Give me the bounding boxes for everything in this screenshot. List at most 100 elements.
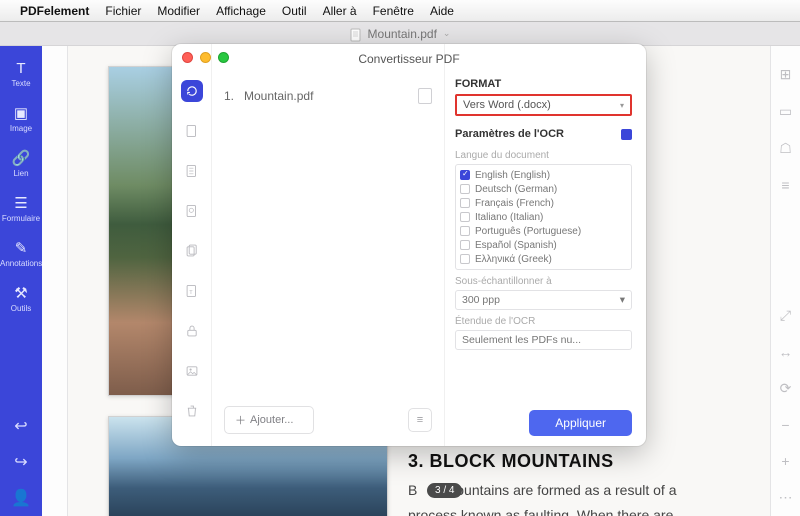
lang-item-portuguese[interactable]: Português (Portuguese)	[460, 224, 627, 238]
checkbox-icon[interactable]	[460, 184, 470, 194]
grid-icon[interactable]: ⊞	[780, 56, 792, 93]
checkbox-icon[interactable]	[460, 254, 470, 264]
lang-item-greek[interactable]: Ελληνικά (Greek)	[460, 252, 627, 266]
modal-title: Convertisseur PDF	[172, 52, 646, 66]
menu-allera[interactable]: Aller à	[323, 4, 357, 18]
file-pages-icon[interactable]	[418, 88, 432, 104]
right-rail: ⊞ ▭ ☖ ≡ ⤢ ↔ ⟳ − + ⋯	[770, 46, 800, 516]
converter-modal: Convertisseur PDF T 1. Mountain.pdf ＋Ajo…	[172, 44, 646, 446]
rail-lien-label: Lien	[13, 169, 28, 178]
lang-label: Français (French)	[475, 198, 554, 209]
chevron-down-icon: ▾	[620, 294, 625, 306]
format-select[interactable]: Vers Word (.docx) ▾	[455, 94, 632, 116]
link-icon: 🔗	[0, 149, 42, 167]
svg-text:T: T	[189, 290, 193, 296]
format-lock-icon[interactable]	[181, 320, 203, 342]
rail-image[interactable]: ▣Image	[0, 98, 42, 143]
lang-label: Español (Spanish)	[475, 240, 557, 251]
format-word-icon[interactable]	[181, 120, 203, 142]
rail-undo[interactable]: ↩	[14, 408, 27, 444]
checkbox-icon[interactable]	[460, 212, 470, 222]
checkbox-icon[interactable]	[460, 198, 470, 208]
format-section-label: FORMAT	[455, 78, 632, 90]
ocr-language-list[interactable]: English (English) Deutsch (German) Franç…	[455, 164, 632, 270]
rail-outils-label: Outils	[11, 304, 31, 313]
lang-label: English (English)	[475, 170, 550, 181]
lang-label: Português (Portuguese)	[475, 226, 581, 237]
ellipsis-icon[interactable]: ⋯	[779, 479, 793, 516]
format-copy-icon[interactable]	[181, 240, 203, 262]
apply-button[interactable]: Appliquer	[529, 410, 632, 436]
format-text-icon[interactable]: T	[181, 280, 203, 302]
lang-item-english[interactable]: English (English)	[460, 168, 627, 182]
zoom-out-icon[interactable]: −	[781, 407, 789, 443]
rail-texte[interactable]: T Texte	[0, 54, 42, 98]
menu-aide[interactable]: Aide	[430, 4, 454, 18]
file-index: 1.	[224, 89, 234, 103]
format-selected-value: Vers Word (.docx)	[463, 99, 551, 111]
checkbox-icon[interactable]	[460, 240, 470, 250]
page-icon[interactable]: ▭	[779, 93, 792, 130]
lang-item-italian[interactable]: Italiano (Italian)	[460, 210, 627, 224]
downsample-label: Sous-échantillonner à	[455, 276, 632, 287]
add-file-button[interactable]: ＋Ajouter...	[224, 406, 314, 434]
ocr-range-select[interactable]: Seulement les PDFs nu...	[455, 330, 632, 350]
rail-annotations[interactable]: ✎Annotations	[0, 233, 42, 278]
rotate-icon[interactable]: ⟳	[780, 370, 792, 407]
form-icon: ☰	[0, 194, 42, 212]
ocr-range-value: Seulement les PDFs nu...	[462, 334, 581, 346]
fit-width-icon[interactable]: ↔	[779, 334, 793, 370]
menu-modifier[interactable]: Modifier	[157, 4, 200, 18]
rail-lien[interactable]: 🔗 Lien	[0, 143, 42, 188]
modal-format-sidebar: T	[172, 44, 212, 446]
checkbox-icon[interactable]	[460, 226, 470, 236]
ocr-range-label: Étendue de l'OCR	[455, 316, 632, 327]
format-trash-icon[interactable]	[181, 400, 203, 422]
page-indicator-badge[interactable]: 3 / 4	[427, 483, 462, 498]
lang-label: Ελληνικά (Greek)	[475, 254, 552, 265]
lang-label: Italiano (Italian)	[475, 212, 543, 223]
downsample-select[interactable]: 300 ppp ▾	[455, 290, 632, 310]
lang-label: Deutsch (German)	[475, 184, 557, 195]
menu-fichier[interactable]: Fichier	[105, 4, 141, 18]
ocr-section-label: Paramètres de l'OCR	[455, 128, 564, 140]
zoom-in-icon[interactable]: +	[781, 443, 789, 479]
file-row[interactable]: 1. Mountain.pdf	[220, 82, 436, 110]
menubar-app-name[interactable]: PDFelement	[20, 4, 89, 18]
plus-icon: ＋	[235, 412, 246, 428]
fit-page-icon[interactable]: ⤢	[780, 297, 791, 334]
lines-icon[interactable]: ≡	[781, 167, 789, 203]
format-ppt-icon[interactable]	[181, 200, 203, 222]
document-icon	[350, 28, 362, 40]
modal-settings-panel: FORMAT Vers Word (.docx) ▾ Paramètres de…	[444, 44, 646, 446]
lang-item-german[interactable]: Deutsch (German)	[460, 182, 627, 196]
lang-item-spanish[interactable]: Español (Spanish)	[460, 238, 627, 252]
checkbox-checked-icon[interactable]	[460, 170, 470, 180]
lang-item-french[interactable]: Français (French)	[460, 196, 627, 210]
rail-formulaire[interactable]: ☰Formulaire	[0, 188, 42, 233]
apply-button-label: Appliquer	[555, 416, 606, 430]
doc-line: B	[408, 482, 417, 498]
rail-redo[interactable]: ↪	[14, 444, 27, 480]
title-chevron-icon[interactable]: ⌄	[443, 28, 451, 39]
list-view-toggle[interactable]: ≡	[408, 408, 432, 432]
modal-file-list: 1. Mountain.pdf ＋Ajouter... ≡	[212, 44, 444, 446]
bookmark-icon[interactable]: ☖	[779, 130, 792, 167]
format-image-icon[interactable]	[181, 360, 203, 382]
menu-fenetre[interactable]: Fenêtre	[373, 4, 414, 18]
menu-affichage[interactable]: Affichage	[216, 4, 266, 18]
text-icon: T	[0, 60, 42, 77]
file-name: Mountain.pdf	[244, 89, 313, 103]
rail-image-label: Image	[10, 124, 32, 133]
menu-outil[interactable]: Outil	[282, 4, 307, 18]
rail-outils[interactable]: ⚒ Outils	[0, 278, 42, 323]
rail-user[interactable]: 👤	[11, 480, 31, 516]
rail-texte-label: Texte	[11, 79, 30, 88]
tools-icon: ⚒	[0, 284, 42, 302]
ocr-enable-checkbox[interactable]	[621, 129, 632, 140]
format-refresh-button[interactable]	[181, 80, 203, 102]
format-excel-icon[interactable]	[181, 160, 203, 182]
mac-menubar: PDFelement Fichier Modifier Affichage Ou…	[0, 0, 800, 22]
window-titlebar: Mountain.pdf ⌄	[0, 22, 800, 46]
left-thin-strip	[42, 46, 68, 516]
